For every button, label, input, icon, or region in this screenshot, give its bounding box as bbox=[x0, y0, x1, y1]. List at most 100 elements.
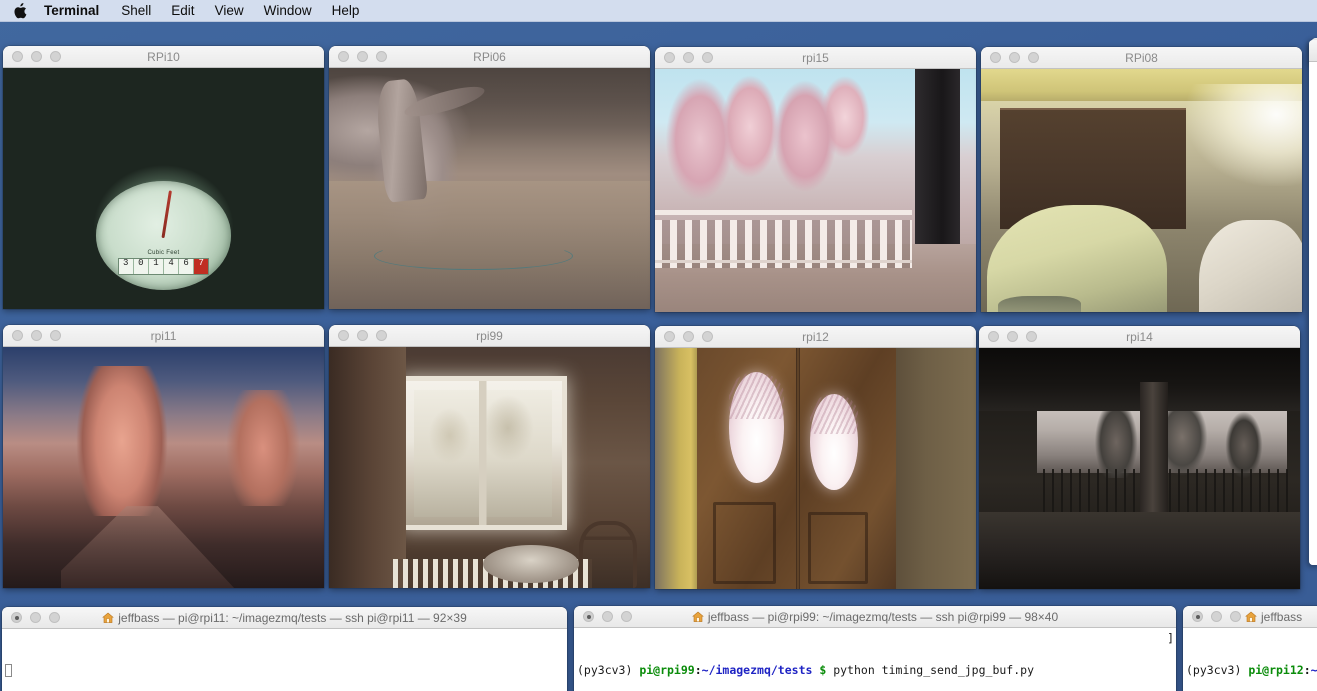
scene-garage bbox=[981, 69, 1302, 312]
terminal-output[interactable]: (py3cv3) pi@rpi99:~/imagezmq/tests $ pyt… bbox=[574, 628, 1176, 691]
close-button-icon[interactable] bbox=[338, 330, 349, 341]
double-door bbox=[696, 348, 896, 589]
maximize-button-icon[interactable] bbox=[376, 51, 387, 62]
menu-item-edit[interactable]: Edit bbox=[171, 0, 194, 22]
terminal-window-rpi12[interactable]: jeffbass (py3cv3) pi@rpi12:~/im bbox=[1183, 606, 1317, 691]
close-button-icon[interactable] bbox=[12, 330, 23, 341]
camera-window-rpi99[interactable]: rpi99 bbox=[329, 325, 650, 588]
minimize-button-icon[interactable] bbox=[31, 330, 42, 341]
maximize-button-icon[interactable] bbox=[1026, 331, 1037, 342]
window-controls[interactable] bbox=[1183, 611, 1241, 622]
scene-back-yard bbox=[329, 68, 650, 309]
terminal-prompt-line: (py3cv3) pi@rpi12:~/im bbox=[1186, 662, 1317, 678]
camera-feed-image bbox=[329, 347, 650, 588]
titlebar[interactable]: jeffbass — pi@rpi99: ~/imagezmq/tests — … bbox=[574, 606, 1176, 628]
menu-item-view[interactable]: View bbox=[215, 0, 244, 22]
camera-window-rpi11[interactable]: rpi11 bbox=[3, 325, 324, 588]
window-controls[interactable] bbox=[3, 51, 61, 62]
scene-front-doors bbox=[655, 348, 976, 589]
camera-feed-image bbox=[655, 348, 976, 589]
minimize-button-icon[interactable] bbox=[683, 331, 694, 342]
window-controls[interactable] bbox=[574, 611, 632, 622]
titlebar[interactable]: RPi10 bbox=[3, 46, 324, 68]
maximize-button-icon[interactable] bbox=[376, 330, 387, 341]
desktop: Terminal Shell Edit View Window Help RPi… bbox=[0, 0, 1317, 691]
titlebar[interactable]: rpi11 bbox=[3, 325, 324, 347]
titlebar[interactable]: RPi08 bbox=[981, 47, 1302, 69]
window-controls[interactable] bbox=[981, 52, 1039, 63]
minimize-button-icon[interactable] bbox=[357, 51, 368, 62]
maximize-button-icon[interactable] bbox=[50, 330, 61, 341]
close-button-icon[interactable] bbox=[1192, 611, 1203, 622]
titlebar[interactable]: rpi12 bbox=[655, 326, 976, 348]
close-button-icon[interactable] bbox=[338, 51, 349, 62]
camera-window-rpi15[interactable]: rpi15 bbox=[655, 47, 976, 312]
car-right bbox=[1199, 219, 1302, 312]
maximize-button-icon[interactable] bbox=[702, 52, 713, 63]
titlebar[interactable]: rpi14 bbox=[979, 326, 1300, 348]
close-button-icon[interactable] bbox=[12, 51, 23, 62]
minimize-button-icon[interactable] bbox=[602, 611, 613, 622]
maximize-button-icon[interactable] bbox=[50, 51, 61, 62]
terminal-window-rpi99[interactable]: jeffbass — pi@rpi99: ~/imagezmq/tests — … bbox=[574, 606, 1176, 691]
minimize-button-icon[interactable] bbox=[31, 51, 42, 62]
close-button-icon[interactable] bbox=[664, 331, 675, 342]
background-window-peek-right[interactable] bbox=[1309, 40, 1317, 565]
prompt-path: ~/imagezmq/tests bbox=[701, 663, 813, 677]
apple-logo-icon[interactable] bbox=[12, 2, 27, 19]
menu-item-help[interactable]: Help bbox=[332, 0, 360, 22]
maximize-button-icon[interactable] bbox=[1230, 611, 1241, 622]
terminal-window-rpi11[interactable]: jeffbass — pi@rpi11: ~/imagezmq/tests — … bbox=[2, 607, 567, 691]
window-controls[interactable] bbox=[329, 330, 387, 341]
home-folder-icon bbox=[692, 608, 704, 628]
close-button-icon[interactable] bbox=[988, 331, 999, 342]
minimize-button-icon[interactable] bbox=[357, 330, 368, 341]
window-title-text: jeffbass — pi@rpi99: ~/imagezmq/tests — … bbox=[707, 610, 1059, 624]
window-controls[interactable] bbox=[655, 52, 713, 63]
camera-window-rpi08[interactable]: RPi08 bbox=[981, 47, 1302, 312]
window-controls[interactable] bbox=[655, 331, 713, 342]
maximize-button-icon[interactable] bbox=[621, 611, 632, 622]
door-panel-left bbox=[712, 502, 777, 585]
minimize-button-icon[interactable] bbox=[30, 612, 41, 623]
interior-wall-left bbox=[329, 347, 407, 588]
close-button-icon[interactable] bbox=[990, 52, 1001, 63]
minimize-button-icon[interactable] bbox=[1007, 331, 1018, 342]
terminal-output[interactable]: (py3cv3) pi@rpi12:~/im bbox=[1183, 628, 1317, 691]
garden-hose bbox=[373, 241, 573, 271]
window-title-text: jeffbass bbox=[1261, 610, 1303, 624]
titlebar[interactable]: rpi99 bbox=[329, 325, 650, 347]
terminal-output[interactable] bbox=[2, 629, 567, 691]
maximize-button-icon[interactable] bbox=[49, 612, 60, 623]
maximize-button-icon[interactable] bbox=[702, 331, 713, 342]
minimize-button-icon[interactable] bbox=[1211, 611, 1222, 622]
camera-window-rpi10[interactable]: RPi10 Cubic Feet 3 0 1 4 6 7 bbox=[3, 46, 324, 309]
maximize-button-icon[interactable] bbox=[1028, 52, 1039, 63]
close-button-icon[interactable] bbox=[664, 52, 675, 63]
camera-feed-image bbox=[981, 69, 1302, 312]
close-button-icon[interactable] bbox=[11, 612, 22, 623]
menu-bar: Terminal Shell Edit View Window Help bbox=[0, 0, 1317, 22]
meter-digit: 6 bbox=[179, 259, 195, 274]
camera-window-rpi12[interactable]: rpi12 bbox=[655, 326, 976, 589]
meter-needle-icon bbox=[162, 190, 173, 238]
prompt-colon: : bbox=[1303, 663, 1311, 677]
window-controls[interactable] bbox=[979, 331, 1037, 342]
patio-floor bbox=[979, 511, 1300, 589]
minimize-button-icon[interactable] bbox=[1009, 52, 1020, 63]
menu-item-shell[interactable]: Shell bbox=[121, 0, 151, 22]
titlebar[interactable] bbox=[1309, 40, 1317, 62]
menu-item-window[interactable]: Window bbox=[264, 0, 312, 22]
titlebar[interactable]: rpi15 bbox=[655, 47, 976, 69]
minimize-button-icon[interactable] bbox=[683, 52, 694, 63]
window-controls[interactable] bbox=[2, 612, 60, 623]
camera-window-rpi14[interactable]: rpi14 bbox=[979, 326, 1300, 589]
titlebar[interactable]: RPi06 bbox=[329, 46, 650, 68]
close-button-icon[interactable] bbox=[583, 611, 594, 622]
titlebar[interactable]: jeffbass bbox=[1183, 606, 1317, 628]
menu-item-terminal[interactable]: Terminal bbox=[44, 0, 99, 22]
titlebar[interactable]: jeffbass — pi@rpi11: ~/imagezmq/tests — … bbox=[2, 607, 567, 629]
camera-window-rpi06[interactable]: RPi06 bbox=[329, 46, 650, 309]
window-controls[interactable] bbox=[3, 330, 61, 341]
window-controls[interactable] bbox=[329, 51, 387, 62]
